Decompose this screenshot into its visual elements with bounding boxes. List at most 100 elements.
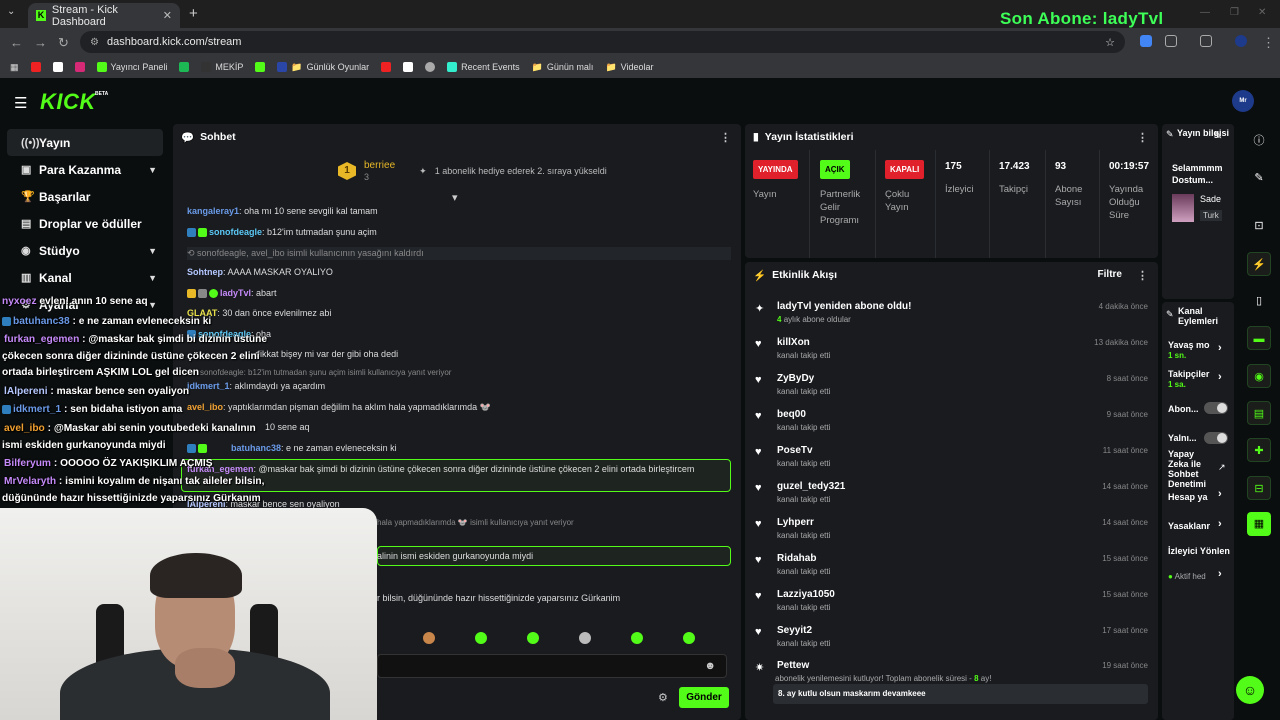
chat-icon[interactable]: ▬: [1247, 326, 1271, 350]
bookmark-mekip[interactable]: MEKİP: [201, 62, 243, 72]
chevron-right-icon[interactable]: ›: [1218, 371, 1222, 383]
more-options-icon[interactable]: ⋮: [1137, 269, 1148, 282]
heart-icon: ♥: [755, 446, 762, 458]
capture-icon[interactable]: ⊡: [1247, 214, 1271, 238]
overlay-chat-line: MrVelaryth : ismini koyalım de nişanı ta…: [4, 476, 265, 487]
send-button[interactable]: Gönder: [679, 687, 729, 708]
tab-close-icon[interactable]: ✕: [163, 9, 172, 22]
sidebar-item-basarilar[interactable]: 🏆 Başarılar: [7, 183, 163, 210]
kick-bookmark-icon[interactable]: [255, 62, 266, 72]
sidebar-item-para-kazanma[interactable]: ▣ Para Kazanma ▼: [7, 156, 163, 183]
filter-button[interactable]: Filtre: [1098, 269, 1122, 280]
clip-icon[interactable]: ▦: [1247, 512, 1271, 536]
emote-icon[interactable]: [423, 632, 435, 644]
bookmark-yayinci-paneli[interactable]: Yayıncı Paneli: [96, 62, 167, 72]
sidebar-item-kanal[interactable]: ▥ Kanal ▼: [7, 264, 163, 291]
user-avatar[interactable]: Mr: [1232, 90, 1254, 112]
reload-icon[interactable]: ↻: [58, 35, 69, 51]
chat-settings-icon[interactable]: ⚙: [658, 691, 668, 704]
bookmark-gunluk-oyunlar[interactable]: 📁 Günlük Oyunlar: [277, 62, 369, 73]
new-tab-icon[interactable]: +: [189, 5, 198, 22]
bookmark-gunun-mali[interactable]: 📁 Günün malı: [532, 62, 594, 73]
action-banned-words[interactable]: Yasaklanr: [1168, 521, 1210, 531]
action-account-age[interactable]: Hesap ya: [1168, 492, 1208, 502]
close-window-icon[interactable]: ✕: [1258, 7, 1266, 18]
feed-item[interactable]: ♥ Ridahab kanalı takip etti 15 saat önce: [745, 550, 1158, 586]
lightning-icon[interactable]: ⚡: [1247, 252, 1271, 276]
phone-icon[interactable]: ▯: [1247, 289, 1271, 313]
url-input[interactable]: ⚙ dashboard.kick.com/stream ☆: [80, 31, 1125, 53]
inbox-icon[interactable]: ⊟: [1247, 476, 1271, 500]
wrench-icon[interactable]: ✚: [1247, 438, 1271, 462]
emoji-picker-icon[interactable]: ☻: [704, 660, 716, 672]
extensions-puzzle-icon[interactable]: [1165, 35, 1177, 47]
browser-menu-icon[interactable]: ⋮: [1262, 35, 1275, 51]
feed-item[interactable]: ♥ guzel_tedy321 kanalı takip etti 14 saat ö…: [745, 478, 1158, 514]
feed-item[interactable]: ♥ beq00 kanalı takip etti 9 saat önce: [745, 406, 1158, 442]
bookmark-star-icon[interactable]: ☆: [1105, 36, 1115, 49]
minimize-icon[interactable]: —: [1200, 7, 1210, 18]
feed-header: ⚡ Etkinlik Akışı Filtre ⋮: [745, 262, 1158, 288]
action-viewer-redirect[interactable]: İzleyici Yönlen: [1168, 546, 1230, 556]
youtube-icon[interactable]: [381, 62, 392, 72]
emote-icon[interactable]: [527, 632, 539, 644]
forward-icon[interactable]: →: [34, 35, 47, 50]
info-icon[interactable]: ⓘ: [1247, 129, 1271, 153]
chevron-right-icon[interactable]: ›: [1218, 518, 1222, 530]
sidebar-item-studyo[interactable]: ◉ Stüdyo ▼: [7, 237, 163, 264]
menu-icon[interactable]: ☰: [14, 94, 27, 112]
chatgpt-icon[interactable]: [425, 62, 436, 72]
emote-icon[interactable]: [579, 632, 591, 644]
more-options-icon[interactable]: ⋮: [1137, 131, 1148, 144]
tab-search-icon[interactable]: ⌄: [7, 6, 15, 17]
chevron-right-icon[interactable]: ›: [1218, 488, 1222, 500]
browser-tab[interactable]: K Stream - Kick Dashboard ✕: [28, 3, 180, 28]
subs-only-toggle[interactable]: [1204, 402, 1228, 414]
feed-item[interactable]: ♥ Lyhperr kanalı takip etti 14 saat önce: [745, 514, 1158, 550]
emote-icon[interactable]: [475, 632, 487, 644]
emote-icon[interactable]: [631, 632, 643, 644]
back-icon[interactable]: ←: [10, 35, 23, 50]
instagram-icon[interactable]: [74, 62, 85, 72]
chevron-right-icon[interactable]: ›: [1218, 568, 1222, 580]
chat-input[interactable]: ☻: [377, 654, 727, 678]
youtube-icon[interactable]: [30, 62, 41, 72]
site-info-icon[interactable]: ⚙: [90, 37, 99, 48]
maximize-icon[interactable]: ❐: [1230, 7, 1239, 18]
apps-grid-icon[interactable]: ▦: [10, 62, 19, 73]
feed-item[interactable]: ♥ killXon kanalı takip etti 13 dakika önce: [745, 334, 1158, 370]
feed-item[interactable]: ♥ Seyyit2 kanalı takip etti 17 saat önce: [745, 622, 1158, 658]
sidebar-item-droplar[interactable]: ▤ Droplar ve ödüller: [7, 210, 163, 237]
feed-item[interactable]: ✦ ladyTvl yeniden abone oldu! 4 aylık abon…: [745, 298, 1158, 334]
stats-icon[interactable]: ▤: [1247, 401, 1271, 425]
chat-header: 💬 Sohbet ⋮: [173, 124, 741, 150]
x-icon[interactable]: [52, 62, 63, 72]
image-icon[interactable]: [403, 62, 414, 72]
chevron-right-icon[interactable]: ›: [1218, 342, 1222, 354]
pinned-user[interactable]: berriee: [364, 160, 395, 172]
extension-icon[interactable]: [1140, 35, 1152, 47]
action-slow-mode[interactable]: Yavaş mo 1 sn.: [1168, 340, 1210, 361]
help-chat-icon[interactable]: ☺: [1236, 676, 1264, 704]
action-followers-only[interactable]: Takipçiler 1 sa.: [1168, 369, 1209, 390]
collapse-pinned-icon[interactable]: ▾: [452, 191, 458, 204]
emote-icon[interactable]: [683, 632, 695, 644]
side-panel-icon[interactable]: [1200, 35, 1212, 47]
feed-item[interactable]: ♥ ZyByDy kanalı takip etti 8 saat önce: [745, 370, 1158, 406]
more-options-icon[interactable]: ⋮: [720, 131, 731, 144]
broadcast-icon[interactable]: ◉: [1247, 364, 1271, 388]
external-link-icon[interactable]: ↗: [1218, 462, 1226, 473]
feed-item[interactable]: ♥ PoseTv kanalı takip etti 11 saat önce: [745, 442, 1158, 478]
edit-icon[interactable]: ✎: [1247, 166, 1271, 190]
emote-only-toggle[interactable]: [1204, 432, 1228, 444]
action-ai-moderation[interactable]: Yapay Zeka ile Sohbet Denetimi: [1168, 449, 1214, 489]
bookmark-icon[interactable]: [179, 62, 190, 72]
profile-avatar[interactable]: [1235, 35, 1247, 47]
sidebar-item-yayin[interactable]: ((•)) Yayın: [7, 129, 163, 156]
category-name[interactable]: Sade: [1200, 194, 1221, 204]
bookmark-videolar[interactable]: 📁 Videolar: [605, 62, 653, 73]
bookmark-recent-events[interactable]: Recent Events: [447, 62, 520, 72]
feed-item[interactable]: ♥ Lazziya1050 kanalı takip etti 15 saat önc…: [745, 586, 1158, 622]
edit-icon[interactable]: ✎: [1214, 131, 1222, 142]
kick-logo[interactable]: KICK: [40, 89, 96, 115]
